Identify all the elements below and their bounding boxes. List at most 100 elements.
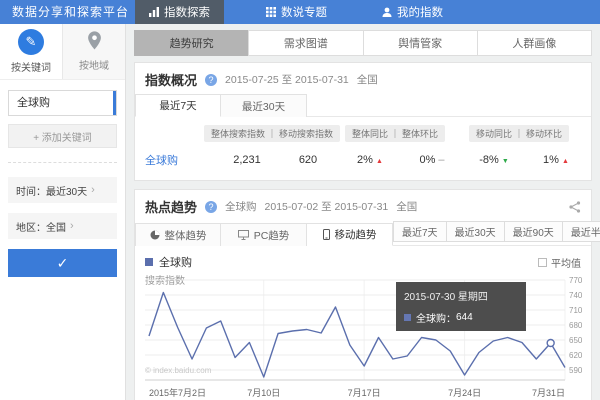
top-navbar: 数据分享和探索平台 指数探索 数说专题 我的指数 xyxy=(0,0,600,24)
tab-demand-map[interactable]: 需求图谱 xyxy=(248,30,364,56)
svg-text:680: 680 xyxy=(569,321,583,330)
flat-dash-icon: – xyxy=(438,154,445,166)
tab-label: PC趋势 xyxy=(253,229,290,242)
arrow-down-icon: ▼ xyxy=(501,158,509,165)
map-pin-icon xyxy=(87,31,101,50)
svg-text:710: 710 xyxy=(569,306,583,315)
time-filter-row[interactable]: 时间：最近30天 xyxy=(8,177,117,203)
check-icon: ✓ xyxy=(56,254,69,271)
time-filter-label: 时间：最近30天 xyxy=(16,186,88,198)
overview-column-headers: 整体搜索指数 ｜ 移动搜索指数 整体同比 ｜ 整体环比 移动同比 ｜ 移动环比 xyxy=(135,125,591,142)
dashed-divider xyxy=(8,162,117,163)
overview-date-range: 2015-07-25 至 2015-07-31 xyxy=(225,74,349,86)
trend-type-tabs: 整体趋势 PC趋势 移动趋势 最近7天 最近30天 最近90天 最近半年 全部 xyxy=(135,221,600,246)
brand-title: 数据分享和探索平台 xyxy=(12,5,130,19)
help-icon[interactable] xyxy=(205,200,218,213)
mode-tab-label: 按地域 xyxy=(79,61,109,72)
nav-tab-index-explore[interactable]: 指数探索 xyxy=(135,0,224,24)
add-keyword-label: + 添加关键词 xyxy=(33,132,92,144)
tab-label: 舆情管家 xyxy=(398,38,443,50)
x-axis-label: 7月17日 xyxy=(347,388,381,398)
trend-keyword: 全球购 xyxy=(225,201,257,213)
tab-trend-research[interactable]: 趋势研究 xyxy=(134,30,250,56)
main-content: 趋势研究 需求图谱 舆情管家 人群画像 指数概况 2015-07-25 至 20… xyxy=(126,24,600,400)
average-label: 平均值 xyxy=(551,258,581,270)
column-header: 整体同比 ｜ 整体环比 xyxy=(344,125,445,142)
smartphone-icon xyxy=(322,229,330,240)
confirm-button[interactable]: ✓ xyxy=(8,249,117,277)
average-toggle[interactable]: 平均值 xyxy=(538,255,581,270)
main-tabs: 趋势研究 需求图谱 舆情管家 人群画像 xyxy=(126,30,600,56)
trend-date-range: 2015-07-02 至 2015-07-31 xyxy=(264,201,389,213)
svg-text:590: 590 xyxy=(569,366,583,375)
tab-label: 最近30天 xyxy=(241,100,286,113)
svg-text:770: 770 xyxy=(569,276,583,285)
svg-text:740: 740 xyxy=(569,291,583,300)
mobile-search-index: 620 xyxy=(298,154,318,166)
trend-title: 热点趋势 xyxy=(145,200,198,215)
mobile-mom: 1% ▲ xyxy=(531,154,581,166)
share-icon[interactable] xyxy=(569,200,581,213)
mode-tab-by-region[interactable]: 按地域 xyxy=(62,24,125,79)
tab-last-30-days[interactable]: 最近30天 xyxy=(221,94,307,117)
overview-title: 指数概况 xyxy=(145,73,198,88)
x-axis-label: 7月31日 xyxy=(531,388,565,398)
sidebar-mode-tabs: ✎ 按关键词 按地域 xyxy=(0,24,125,80)
help-icon[interactable] xyxy=(205,73,218,86)
hot-trend-card: 热点趋势 全球购 2015-07-02 至 2015-07-31 全国 整体趋势… xyxy=(134,189,600,400)
keyword-accent-bar xyxy=(113,91,116,115)
chart-tooltip: 2015-07-30 星期四 全球购： 644 xyxy=(396,282,526,331)
nav-tab-data-topics[interactable]: 数说专题 xyxy=(252,0,341,24)
range-button-7d[interactable]: 最近7天 xyxy=(394,222,446,241)
range-button-90d[interactable]: 最近90天 xyxy=(503,222,562,241)
nav-tab-label: 指数探索 xyxy=(164,7,210,19)
x-axis-labels: 2015年7月2日 7月10日 7月17日 7月24日 7月31日 xyxy=(145,386,591,400)
keyword-link[interactable]: 全球购 xyxy=(145,152,211,168)
region-filter-label: 地区：全国 xyxy=(16,222,66,234)
tooltip-series-square-icon xyxy=(404,314,411,321)
tab-sentiment[interactable]: 舆情管家 xyxy=(362,30,478,56)
user-icon xyxy=(382,7,392,17)
tab-label: 移动趋势 xyxy=(334,229,377,241)
table-row: 全球购 2,231 620 2% ▲ 0% – -8% ▼ 1% ▲ xyxy=(135,142,591,180)
mobile-yoy: -8% ▼ xyxy=(457,154,531,166)
overall-search-index: 2,231 xyxy=(233,154,261,166)
tab-label: 趋势研究 xyxy=(169,38,214,50)
x-axis-label: 7月24日 xyxy=(448,388,482,398)
value: -8% xyxy=(479,154,499,166)
nav-tab-my-index[interactable]: 我的指数 xyxy=(368,0,457,24)
pencil-circle-icon: ✎ xyxy=(18,29,44,55)
tab-label: 需求图谱 xyxy=(283,38,328,50)
chart-legend-row: 全球购 平均值 xyxy=(135,246,591,272)
column-header: 移动同比 ｜ 移动环比 xyxy=(468,125,569,142)
tab-overall-trend[interactable]: 整体趋势 xyxy=(135,223,221,246)
overview-period-tabs: 最近7天 最近30天 xyxy=(135,94,591,117)
tab-pc-trend[interactable]: PC趋势 xyxy=(221,223,307,246)
overall-yoy: 2% ▲ xyxy=(333,154,407,166)
checkbox-unchecked-icon[interactable] xyxy=(538,257,547,267)
range-button-half-year[interactable]: 最近半年 xyxy=(561,222,600,241)
trend-chart: 搜索指数 770 740 710 680 650 620 590 © index.baidu… xyxy=(145,272,591,400)
range-button-30d[interactable]: 最近30天 xyxy=(445,222,504,241)
value: 0% xyxy=(419,154,436,166)
tab-label: 最近7天 xyxy=(159,100,197,112)
tab-label: 整体趋势 xyxy=(164,229,207,242)
svg-text:650: 650 xyxy=(569,336,583,345)
sidebar: ✎ 按关键词 按地域 全球购 + 添加关键词 时间：最近30天 地区：全国 ✓ xyxy=(0,24,126,400)
value: 2% xyxy=(357,154,373,166)
tab-last-7-days[interactable]: 最近7天 xyxy=(135,94,221,117)
pie-icon xyxy=(150,230,159,240)
mode-tab-by-keyword[interactable]: ✎ 按关键词 xyxy=(0,24,62,79)
arrow-up-icon: ▲ xyxy=(562,158,569,165)
x-axis-label: 2015年7月2日 xyxy=(149,388,207,398)
mode-tab-label: 按关键词 xyxy=(11,63,51,74)
tab-label: 人群画像 xyxy=(512,38,557,50)
tab-mobile-trend[interactable]: 移动趋势 xyxy=(307,223,393,246)
region-filter-row[interactable]: 地区：全国 xyxy=(8,213,117,239)
legend-square-icon xyxy=(145,258,153,266)
column-header: 整体搜索指数 ｜ 移动搜索指数 xyxy=(204,125,341,142)
add-keyword-button[interactable]: + 添加关键词 xyxy=(8,124,117,148)
tab-audience[interactable]: 人群画像 xyxy=(476,30,592,56)
keyword-input[interactable]: 全球购 xyxy=(8,90,117,116)
tooltip-date: 2015-07-30 星期四 xyxy=(404,292,488,303)
